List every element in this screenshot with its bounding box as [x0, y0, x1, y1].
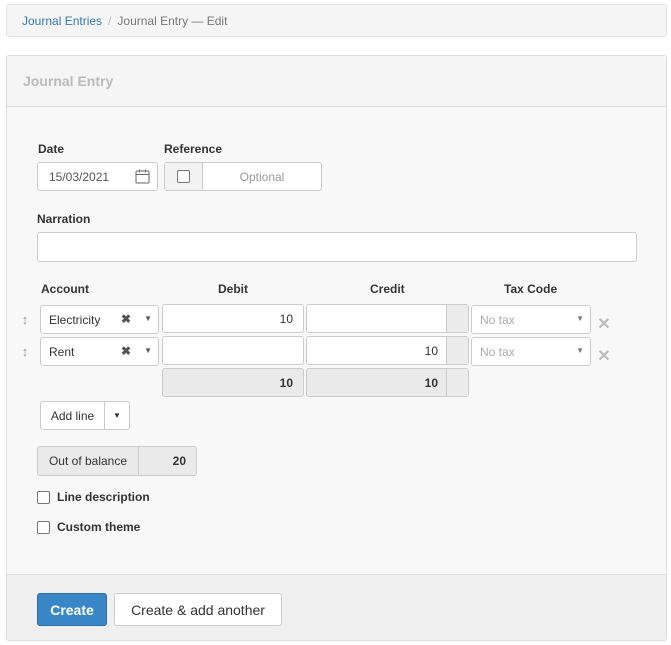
- add-line-button-group: Add line ▼: [40, 401, 130, 430]
- column-header-account: Account: [41, 282, 89, 296]
- reference-label: Reference: [164, 142, 223, 156]
- breadcrumb: Journal Entries / Journal Entry — Edit: [6, 4, 667, 37]
- custom-theme-label: Custom theme: [57, 520, 141, 534]
- reference-input-group: Optional: [164, 162, 322, 191]
- credit-input[interactable]: 10: [306, 336, 469, 365]
- out-of-balance: Out of balance 20: [37, 446, 197, 476]
- chevron-down-icon: ▼: [576, 346, 584, 355]
- debit-input[interactable]: [162, 336, 304, 365]
- custom-theme-option[interactable]: Custom theme: [37, 520, 140, 534]
- out-of-balance-label: Out of balance: [38, 447, 139, 475]
- breadcrumb-link-journal-entries[interactable]: Journal Entries: [22, 14, 102, 28]
- date-label: Date: [38, 142, 65, 156]
- drag-handle-icon[interactable]: ↕: [20, 312, 30, 328]
- credit-input[interactable]: [306, 304, 469, 333]
- line-description-checkbox[interactable]: [37, 490, 50, 504]
- drag-handle-icon[interactable]: ↕: [20, 344, 30, 360]
- column-header-debit: Debit: [218, 282, 248, 296]
- clear-x-icon[interactable]: ✖: [121, 312, 131, 326]
- custom-theme-checkbox[interactable]: [37, 520, 50, 534]
- remove-line-icon[interactable]: ✕: [597, 349, 611, 365]
- column-header-tax-code: Tax Code: [504, 282, 558, 296]
- create-and-add-another-button[interactable]: Create & add another: [114, 593, 282, 626]
- clear-x-icon[interactable]: ✖: [121, 344, 131, 358]
- debit-total: 10: [162, 368, 304, 397]
- remove-line-icon[interactable]: ✕: [597, 317, 611, 333]
- breadcrumb-current: Journal Entry — Edit: [117, 13, 228, 28]
- tax-code-select[interactable]: No tax ▼: [471, 337, 591, 366]
- account-select[interactable]: Rent ✖ ▼: [40, 337, 159, 366]
- chevron-down-icon[interactable]: ▼: [105, 402, 129, 429]
- account-value: Electricity: [49, 312, 101, 327]
- column-header-credit: Credit: [370, 282, 405, 296]
- debit-input[interactable]: 10: [162, 304, 304, 333]
- out-of-balance-value: 20: [172, 454, 186, 468]
- calendar-icon[interactable]: [135, 169, 150, 184]
- tax-code-value: No tax: [480, 312, 515, 327]
- breadcrumb-separator: /: [108, 13, 112, 28]
- chevron-down-icon: ▼: [144, 314, 152, 323]
- line-description-label: Line description: [57, 490, 150, 504]
- reference-checkbox[interactable]: [177, 170, 190, 183]
- panel-title: Journal Entry: [7, 56, 666, 107]
- reference-addon: [165, 163, 203, 190]
- credit-total: 10: [306, 368, 469, 397]
- date-input[interactable]: 15/03/2021: [37, 162, 158, 191]
- tax-code-select[interactable]: No tax ▼: [471, 305, 591, 334]
- tax-code-value: No tax: [480, 344, 515, 359]
- chevron-down-icon: ▼: [144, 346, 152, 355]
- account-value: Rent: [49, 344, 75, 359]
- narration-label: Narration: [37, 212, 91, 226]
- line-description-option[interactable]: Line description: [37, 490, 150, 504]
- chevron-down-icon: ▼: [576, 314, 584, 323]
- account-select[interactable]: Electricity ✖ ▼: [40, 305, 159, 334]
- reference-input[interactable]: Optional: [203, 163, 321, 190]
- create-button[interactable]: Create: [37, 593, 107, 626]
- narration-input[interactable]: [37, 232, 637, 262]
- add-line-button[interactable]: Add line: [41, 402, 105, 429]
- date-value: 15/03/2021: [49, 169, 110, 184]
